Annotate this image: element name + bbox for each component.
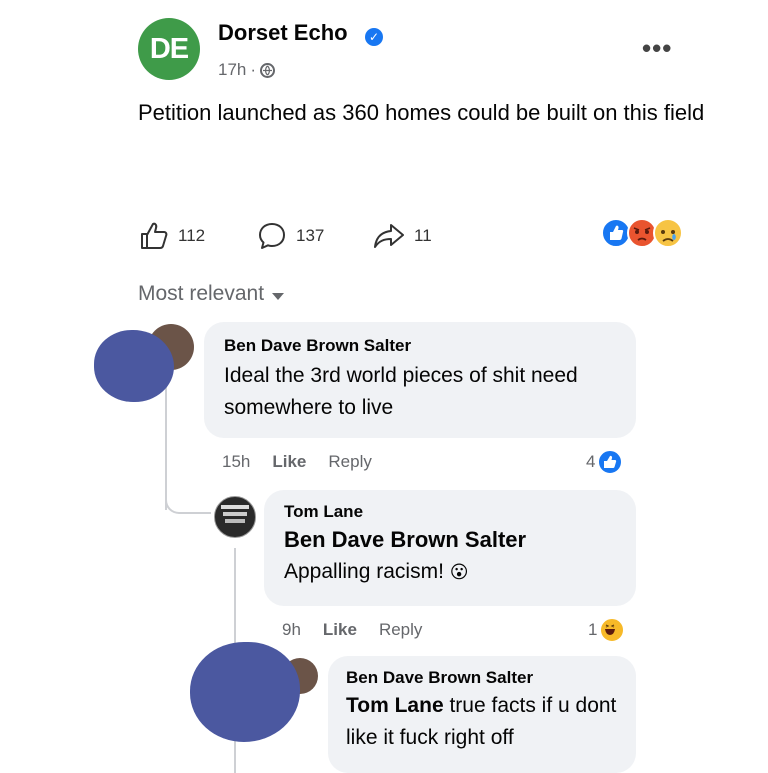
reply-text: Appalling racism! 😮 (284, 556, 616, 588)
like-icon (601, 218, 631, 248)
comment-like-button[interactable]: Like (272, 452, 306, 472)
globe-icon (260, 62, 276, 78)
post-time[interactable]: 17h (218, 60, 246, 80)
comment-sort-dropdown[interactable]: Most relevant (138, 282, 285, 306)
reply-like-button[interactable]: Like (323, 620, 357, 640)
sad-icon (653, 218, 683, 248)
like-count: 112 (178, 226, 206, 245)
redaction-blob (190, 642, 300, 742)
reaction-summary[interactable] (600, 216, 692, 250)
verified-badge-icon: ✓ (365, 28, 383, 46)
comment-bubble: Ben Dave Brown Salter Ideal the 3rd worl… (204, 322, 636, 438)
share-count: 11 (414, 226, 432, 245)
nested-reply-author[interactable]: Ben Dave Brown Salter (346, 668, 618, 688)
reply-reply-button[interactable]: Reply (379, 620, 422, 640)
nested-reply-bubble: Ben Dave Brown Salter Tom Lane true fact… (328, 656, 636, 773)
reply-author[interactable]: Tom Lane (284, 502, 616, 522)
share-icon (374, 224, 404, 248)
comment-reaction-count[interactable]: 4 (586, 449, 624, 475)
comment-text: Ideal the 3rd world pieces of shit need … (224, 364, 578, 419)
post-text: Petition launched as 360 homes could be … (138, 100, 705, 125)
reaction-count-value: 4 (586, 452, 596, 471)
reply-text-body: Appalling racism! (284, 560, 444, 583)
angry-icon (627, 218, 657, 248)
wow-emoji-icon: 😮 (449, 562, 469, 582)
post-meta: 17h · (218, 60, 276, 80)
reply-bubble: Tom Lane Ben Dave Brown Salter Appalling… (264, 490, 636, 606)
comment-reply-button[interactable]: Reply (328, 452, 371, 472)
sort-label: Most relevant (138, 282, 265, 305)
reply-time[interactable]: 9h (282, 620, 301, 640)
mention-tag[interactable]: Ben Dave Brown Salter (284, 524, 616, 556)
caret-down-icon (272, 292, 285, 300)
comment-action[interactable]: 137 (256, 220, 324, 252)
reply-actions: 9h Like Reply (282, 620, 422, 640)
like-icon (597, 449, 624, 475)
like-action[interactable]: 112 (138, 220, 205, 252)
mention-tag[interactable]: Tom Lane (346, 694, 444, 717)
reaction-count-value: 1 (588, 620, 598, 639)
nested-reply-text: Tom Lane true facts if u dont like it fu… (346, 690, 618, 754)
comment-time[interactable]: 15h (222, 452, 250, 472)
thread-connector (165, 496, 211, 514)
page-logo[interactable]: DE (138, 18, 200, 80)
share-action[interactable]: 11 (372, 220, 432, 252)
haha-icon (599, 617, 626, 643)
reply-reaction-count[interactable]: 1 (588, 617, 626, 643)
comment-actions: 15h Like Reply (222, 452, 372, 472)
comment-count: 137 (296, 226, 325, 245)
comment-icon (259, 223, 285, 249)
replier-avatar[interactable] (214, 496, 256, 538)
page-name[interactable]: Dorset Echo (218, 20, 348, 46)
more-options-button[interactable]: ••• (642, 33, 672, 64)
meta-separator: · (250, 60, 257, 79)
comment-author[interactable]: Ben Dave Brown Salter (224, 336, 616, 356)
thread-line (165, 382, 167, 510)
redaction-blob (94, 330, 174, 402)
thumbs-up-icon (141, 222, 168, 249)
